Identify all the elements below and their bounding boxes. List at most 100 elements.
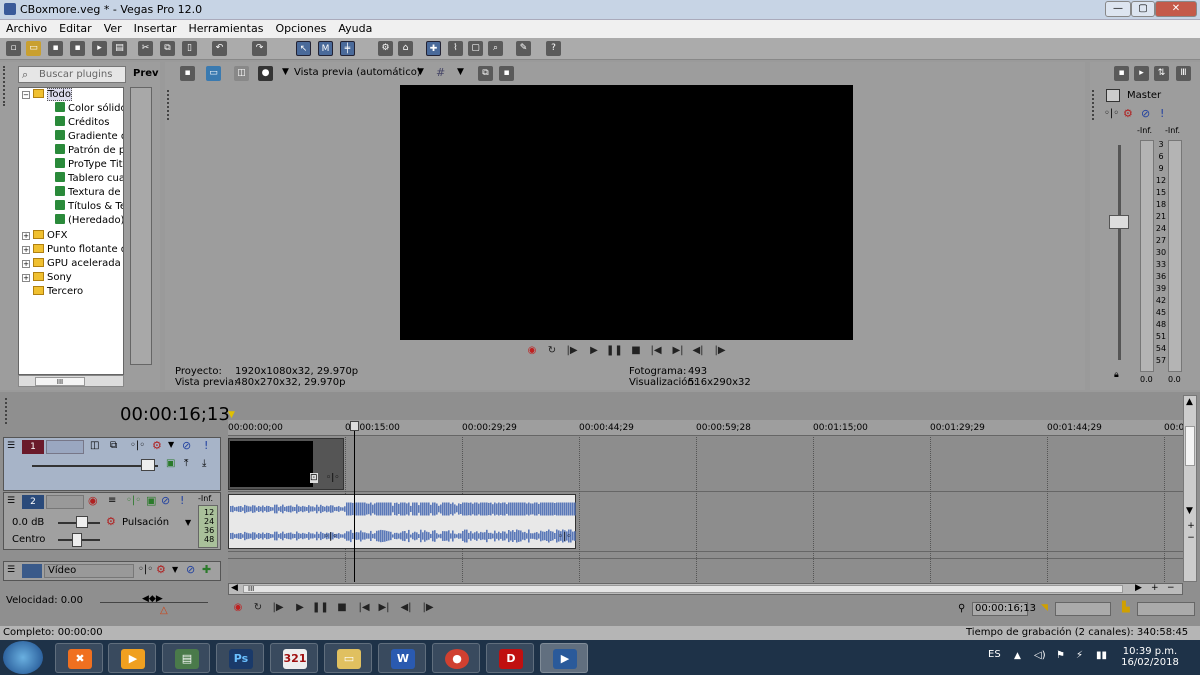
zoom-in-icon[interactable]: + — [1185, 521, 1197, 531]
previous-frame-icon[interactable]: ◀| — [398, 601, 414, 615]
dock-grip[interactable] — [5, 398, 9, 424]
save-as-icon[interactable]: ▪ — [70, 41, 85, 56]
cursor-timecode[interactable]: 00:00:16;13 — [972, 602, 1036, 616]
tree-item[interactable]: Títulos & Tex — [55, 200, 123, 214]
mute-icon[interactable]: ⊘ — [182, 439, 191, 452]
scroll-thumb[interactable]: III — [35, 377, 85, 386]
stop-icon[interactable]: ■ — [334, 601, 350, 615]
cut-icon[interactable]: ✂ — [138, 41, 153, 56]
crop-icon[interactable]: ⊡ — [310, 473, 318, 483]
pause-icon[interactable]: ❚❚ — [606, 344, 623, 358]
copy-icon[interactable]: ⧉ — [160, 41, 175, 56]
loop-icon[interactable]: ↻ — [544, 344, 560, 358]
taskbar-explorer[interactable]: ▭ — [324, 643, 372, 673]
playback-mode[interactable]: Pulsación — [122, 517, 169, 528]
tree-item[interactable]: Color sólido — [55, 102, 123, 116]
copy-snapshot-icon[interactable]: ⧉ — [478, 66, 493, 81]
scroll-up-icon[interactable]: ▲ — [1186, 397, 1193, 407]
tree-item-ofx[interactable]: + OFX — [22, 229, 67, 243]
track-collapse-icon[interactable]: ☰ — [7, 565, 15, 575]
overlays-icon[interactable]: # — [436, 66, 445, 79]
downmix-icon[interactable]: ⇅ — [1154, 66, 1169, 81]
tree-item[interactable]: Gradiente de — [55, 130, 123, 144]
effects-chain-icon[interactable]: ▣ — [166, 458, 175, 469]
solo-icon[interactable]: ! — [1160, 107, 1164, 120]
lock-envelopes-icon[interactable]: ⌂ — [398, 41, 413, 56]
volume-slider[interactable] — [76, 516, 88, 528]
tree-item-todo[interactable]: − Todo — [22, 88, 72, 102]
solo-icon[interactable]: ! — [180, 494, 184, 507]
chevron-down-icon[interactable]: ▼ — [185, 518, 191, 527]
quality-icon[interactable]: ● — [258, 66, 273, 81]
preview-quality-select[interactable]: Vista previa (automático) — [294, 67, 421, 78]
automation-icon[interactable]: ◦|◦ — [130, 440, 145, 451]
render-icon[interactable]: ▸ — [92, 41, 107, 56]
pan-slider[interactable] — [72, 533, 82, 547]
menu-ayuda[interactable]: Ayuda — [332, 20, 378, 35]
opacity-slider[interactable] — [141, 459, 155, 471]
compositing-icon[interactable]: ◫ — [90, 440, 99, 451]
network-icon[interactable]: ▮▮ — [1096, 650, 1107, 661]
meter-view-icon[interactable]: Ⅲ — [1176, 66, 1191, 81]
track-name[interactable]: Vídeo — [44, 564, 134, 578]
effects-chain-icon[interactable]: ✚ — [202, 563, 211, 576]
mute-icon[interactable]: ⊘ — [161, 494, 170, 507]
brush-icon[interactable]: ✎ — [516, 41, 531, 56]
playhead-handle[interactable] — [350, 421, 359, 431]
language-indicator[interactable]: ES — [988, 649, 1001, 660]
tree-item-tercero[interactable]: +Tercero — [22, 285, 83, 299]
go-to-end-icon[interactable]: ▶| — [670, 344, 686, 358]
redo-icon[interactable]: ↷ — [252, 41, 267, 56]
taskbar-chrome[interactable]: ● — [432, 643, 480, 673]
maximize-button[interactable]: ▢ — [1131, 1, 1155, 17]
save-snapshot-icon[interactable]: ▪ — [499, 66, 514, 81]
chevron-down-icon[interactable]: ▼ — [168, 440, 174, 449]
save-icon[interactable]: ▪ — [48, 41, 63, 56]
scroll-left-icon[interactable]: ◀ — [231, 583, 238, 593]
mixer-insert-icon[interactable]: ▸ — [1134, 66, 1149, 81]
fx-icon[interactable]: ⚙ — [1123, 107, 1133, 120]
plugin-search-input[interactable]: Buscar plugins — [18, 66, 126, 83]
audio-clip[interactable] — [228, 494, 576, 549]
play-from-start-icon[interactable]: |▶ — [564, 344, 580, 358]
taskbar-device[interactable]: ▤ — [162, 643, 210, 673]
chevron-down-icon[interactable]: ▼ — [417, 67, 424, 77]
track-collapse-icon[interactable]: ☰ — [7, 496, 15, 506]
playhead-cursor[interactable] — [354, 424, 355, 582]
go-to-end-icon[interactable]: ▶| — [376, 601, 392, 615]
play-icon[interactable]: ▶ — [586, 344, 602, 358]
arm-record-icon[interactable]: ◉ — [88, 494, 98, 507]
tree-item-sony[interactable]: + Sony — [22, 271, 72, 285]
menu-editar[interactable]: Editar — [53, 20, 98, 35]
taskbar-xampp[interactable]: ✖ — [55, 643, 103, 673]
taskbar-vegas[interactable]: ▶ — [540, 643, 588, 673]
clip-fx-icon[interactable]: ◦|◦ — [326, 473, 340, 483]
taskbar-calendar[interactable]: 321 — [270, 643, 318, 673]
undo-icon[interactable]: ↶ — [212, 41, 227, 56]
tree-item[interactable]: Tablero cuad — [55, 172, 123, 186]
track-fx-icon[interactable]: ⚙ — [152, 439, 162, 452]
tray-chevron-icon[interactable]: ▲ — [1014, 651, 1021, 661]
envelope-tool-icon[interactable]: M — [318, 41, 333, 56]
taskbar-app-d[interactable]: D — [486, 643, 534, 673]
mixer-properties-icon[interactable]: ▪ — [1114, 66, 1129, 81]
track-collapse-icon[interactable]: ☰ — [7, 441, 15, 451]
snap-icon[interactable]: ╪ — [340, 41, 355, 56]
menu-insertar[interactable]: Insertar — [128, 20, 183, 35]
chevron-down-icon[interactable]: ▼ — [282, 67, 289, 77]
timeline-vertical-scrollbar[interactable]: ▲ ▼ — [1183, 395, 1197, 582]
dock-grip[interactable] — [1092, 90, 1096, 120]
dock-grip[interactable] — [167, 90, 171, 120]
parent-track-icon[interactable]: ⤒ — [184, 458, 188, 469]
tree-item[interactable]: Créditos — [55, 116, 109, 130]
start-button[interactable] — [3, 641, 43, 674]
stop-icon[interactable]: ■ — [628, 344, 644, 358]
new-icon[interactable]: ▫ — [6, 41, 21, 56]
flag-icon[interactable]: ⚑ — [1056, 650, 1065, 661]
taskbar-clock[interactable]: 10:39 p.m. 16/02/2018 — [1120, 646, 1180, 668]
play-from-start-icon[interactable]: |▶ — [270, 601, 286, 615]
automation-icon[interactable]: ◦|◦ — [126, 495, 141, 506]
power-icon[interactable]: ⚡ — [1076, 650, 1083, 661]
previous-frame-icon[interactable]: ◀| — [690, 344, 706, 358]
fx-icon[interactable]: ⚙ — [156, 563, 166, 576]
